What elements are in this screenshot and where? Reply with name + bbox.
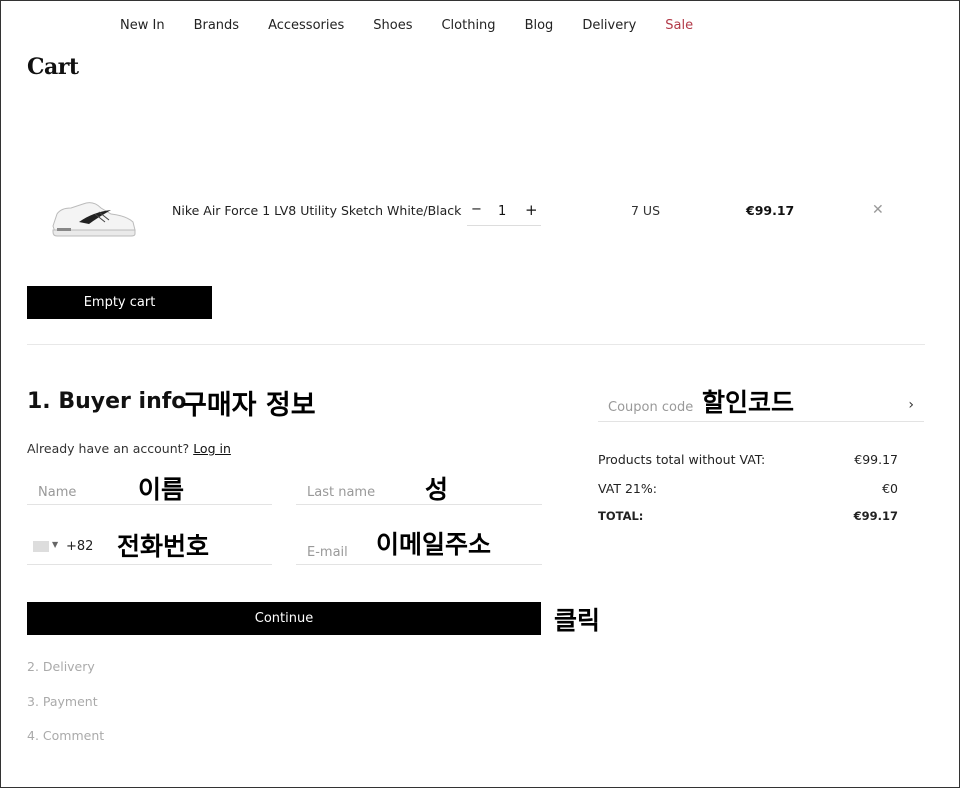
- summary-value: €99.17: [854, 452, 898, 467]
- quantity-stepper: − 1 +: [467, 196, 541, 226]
- last-name-field[interactable]: Last name: [296, 471, 542, 505]
- name-placeholder: Name: [38, 485, 77, 500]
- quantity-value[interactable]: 1: [498, 204, 506, 219]
- nav-shoes[interactable]: Shoes: [373, 18, 412, 33]
- increase-quantity-button[interactable]: +: [525, 201, 538, 219]
- product-size: 7 US: [631, 203, 661, 218]
- cart-item-row: Nike Air Force 1 LV8 Utility Sketch Whit…: [27, 180, 927, 244]
- annotation-phone: 전화번호: [117, 532, 210, 561]
- decrease-quantity-button[interactable]: −: [471, 202, 482, 217]
- step-payment: 3. Payment: [27, 694, 98, 709]
- account-question: Already have an account?: [27, 441, 190, 456]
- summary-subtotal-row: Products total without VAT: €99.17: [598, 452, 898, 467]
- sneaker-image: [52, 202, 136, 237]
- chevron-down-icon[interactable]: ▼: [52, 540, 58, 549]
- summary-vat-row: VAT 21%: €0: [598, 481, 898, 496]
- summary-label: VAT 21%:: [598, 481, 657, 496]
- annotation-coupon: 할인코드: [702, 388, 795, 417]
- page-title: Cart: [27, 54, 79, 80]
- last-name-placeholder: Last name: [307, 485, 376, 500]
- summary-total-row: TOTAL: €99.17: [598, 509, 898, 523]
- account-prompt: Already have an account? Log in: [27, 441, 231, 456]
- nav-clothing[interactable]: Clothing: [441, 18, 495, 33]
- nav-accessories[interactable]: Accessories: [268, 18, 344, 33]
- coupon-placeholder: Coupon code: [608, 400, 694, 415]
- continue-button[interactable]: Continue: [27, 602, 541, 635]
- annotation-name: 이름: [138, 475, 185, 504]
- buyer-info-title: 1. Buyer info: [27, 389, 187, 414]
- step-delivery: 2. Delivery: [27, 659, 95, 674]
- summary-label: TOTAL:: [598, 509, 644, 523]
- phone-country-code: +82: [66, 539, 94, 554]
- annotation-email: 이메일주소: [376, 530, 492, 559]
- nav-blog[interactable]: Blog: [525, 18, 554, 33]
- annotation-click: 클릭: [554, 606, 601, 635]
- step-comment: 4. Comment: [27, 728, 105, 743]
- annotation-last-name: 성: [425, 475, 449, 504]
- flag-icon[interactable]: [33, 541, 49, 552]
- nav-new-in[interactable]: New In: [120, 18, 165, 33]
- nav-brands[interactable]: Brands: [194, 18, 240, 33]
- product-price: €99.17: [746, 203, 795, 218]
- close-icon[interactable]: ✕: [872, 202, 884, 218]
- nav-sale[interactable]: Sale: [665, 18, 693, 33]
- summary-value: €99.17: [853, 509, 898, 523]
- section-divider: [27, 344, 925, 345]
- chevron-right-icon[interactable]: ›: [908, 397, 914, 413]
- login-link[interactable]: Log in: [193, 441, 231, 456]
- nav-delivery[interactable]: Delivery: [582, 18, 636, 33]
- product-name[interactable]: Nike Air Force 1 LV8 Utility Sketch Whit…: [172, 203, 461, 218]
- email-placeholder: E-mail: [307, 545, 348, 560]
- summary-value: €0: [882, 481, 898, 496]
- main-nav: New In Brands Accessories Shoes Clothing…: [120, 18, 722, 33]
- empty-cart-button[interactable]: Empty cart: [27, 286, 212, 319]
- summary-label: Products total without VAT:: [598, 452, 766, 467]
- annotation-buyer-info: 구매자 정보: [182, 390, 316, 421]
